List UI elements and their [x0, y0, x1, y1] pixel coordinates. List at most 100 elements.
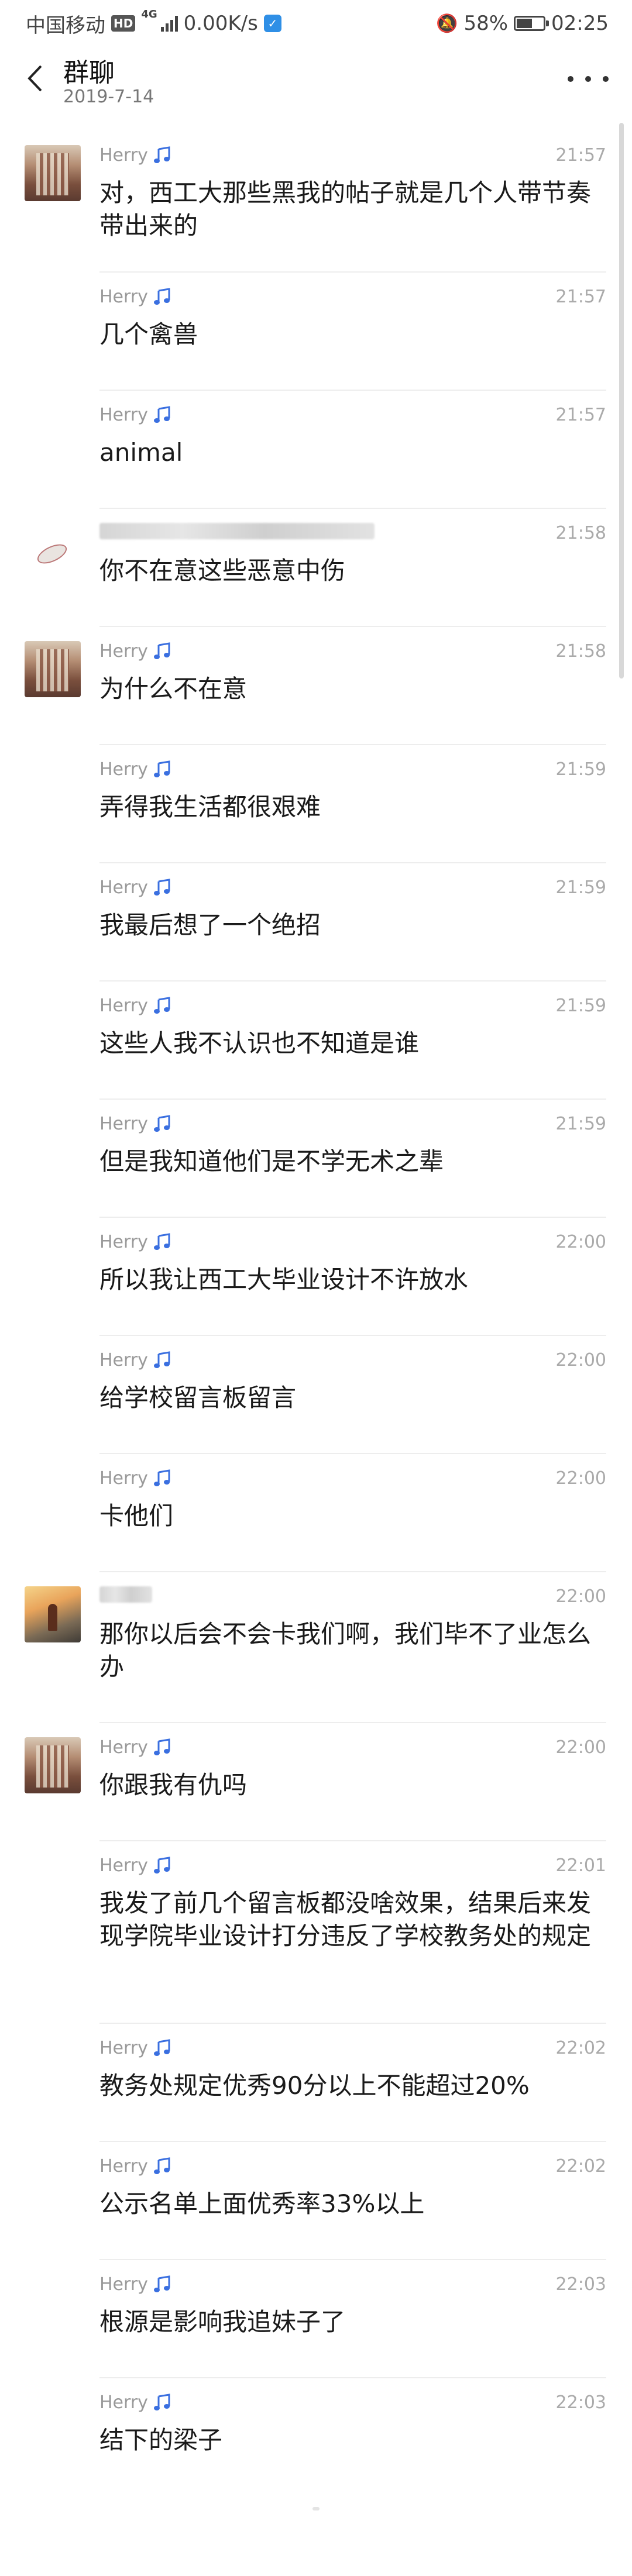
music-note-icon: [153, 1856, 170, 1874]
sender-name: Herry: [99, 1468, 173, 1489]
message-text[interactable]: 我最后想了一个绝招: [99, 909, 603, 942]
music-note-icon: [153, 1232, 170, 1250]
sender-name: Herry: [99, 405, 173, 425]
message-text[interactable]: 弄得我生活都很艰难: [99, 791, 603, 824]
music-note-icon: [153, 2275, 170, 2292]
message-text[interactable]: 几个禽兽: [99, 318, 603, 351]
sender-name: Herry: [99, 2392, 173, 2413]
dot-icon: [568, 76, 573, 82]
bell-off-icon: 🔕: [436, 13, 458, 34]
more-options-button[interactable]: [568, 64, 609, 94]
message-text[interactable]: 为什么不在意: [99, 673, 603, 705]
message-text[interactable]: 对，西工大那些黑我的帖子就是几个人带节奏带出来的: [99, 177, 603, 242]
divider: [99, 390, 606, 391]
blurred-name: [99, 523, 375, 539]
scroll-indicator: [312, 2507, 320, 2510]
message-time: 22:00: [555, 1586, 606, 1607]
avatar[interactable]: [25, 1737, 81, 1793]
network-type: 4G: [141, 8, 157, 20]
divider: [99, 2377, 606, 2378]
message-text[interactable]: 你不在意这些恶意中伤: [99, 555, 603, 587]
battery-icon: [514, 16, 549, 31]
music-note-icon: [153, 878, 170, 896]
divider: [99, 2023, 606, 2024]
blurred-name: [99, 1586, 152, 1603]
avatar[interactable]: [25, 145, 81, 201]
status-bar: 中国移动 HD 4G 0.00K/s ✓ 🔕 58% 02:25: [0, 0, 632, 47]
divider: [99, 1840, 606, 1841]
message-text[interactable]: 但是我知道他们是不学无术之辈: [99, 1145, 603, 1178]
message-time: 21:59: [555, 877, 606, 898]
message-text[interactable]: 所以我让西工大毕业设计不许放水: [99, 1263, 603, 1296]
divider: [99, 980, 606, 982]
divider: [99, 2141, 606, 2142]
avatar[interactable]: [25, 1586, 81, 1642]
music-note-icon: [153, 1469, 170, 1486]
avatar[interactable]: [25, 523, 81, 579]
sender-name: Herry: [99, 1737, 173, 1758]
chat-date: 2019-7-14: [63, 87, 154, 107]
divider: [99, 862, 606, 863]
music-note-icon: [153, 642, 170, 659]
chevron-left-icon: [28, 65, 42, 92]
message-text[interactable]: 教务处规定优秀90分以上不能超过20%: [99, 2069, 603, 2102]
message-text[interactable]: 那你以后会不会卡我们啊，我们毕不了业怎么办: [99, 1618, 603, 1683]
message-time: 22:02: [555, 2156, 606, 2176]
message-time: 21:59: [555, 759, 606, 780]
message-text[interactable]: 卡他们: [99, 1500, 603, 1532]
message-text[interactable]: 结下的梁子: [99, 2424, 603, 2457]
dot-icon: [585, 76, 591, 82]
sender-name: Herry: [99, 1350, 173, 1370]
sender-name: Herry: [99, 2038, 173, 2058]
status-right: 🔕 58% 02:25: [436, 12, 609, 35]
message-text[interactable]: 公示名单上面优秀率33%以上: [99, 2188, 603, 2220]
message-text[interactable]: 你跟我有仇吗: [99, 1769, 603, 1802]
sender-name: [99, 1586, 152, 1603]
music-note-icon: [153, 405, 170, 423]
status-left: 中国移动 HD 4G 0.00K/s ✓: [26, 9, 281, 38]
divider: [99, 1098, 606, 1100]
message-time: 22:03: [555, 2392, 606, 2413]
music-note-icon: [153, 760, 170, 777]
signal-icon: [160, 15, 178, 32]
sender-name: Herry: [99, 287, 173, 307]
sender-name: Herry: [99, 2156, 173, 2176]
dot-icon: [603, 76, 609, 82]
back-button[interactable]: [18, 61, 53, 96]
scrollbar[interactable]: [619, 123, 624, 679]
chat-title: 群聊: [63, 58, 115, 88]
message-time: 21:59: [555, 1114, 606, 1134]
avatar[interactable]: [25, 641, 81, 697]
sender-name: Herry: [99, 1232, 173, 1252]
shield-icon: ✓: [263, 15, 281, 32]
sender-name: Herry: [99, 641, 173, 662]
music-note-icon: [153, 1114, 170, 1132]
divider: [99, 271, 606, 273]
battery-percent: 58%: [463, 12, 509, 35]
message-time: 21:57: [555, 405, 606, 425]
hd-badge: HD: [111, 15, 136, 32]
music-note-icon: [153, 2393, 170, 2410]
message-text[interactable]: 给学校留言板留言: [99, 1382, 603, 1414]
message-text[interactable]: 我发了前几个留言板都没啥效果，结果后来发现学院毕业设计打分违反了学校教务处的规定: [99, 1887, 603, 1952]
message-time: 21:58: [555, 523, 606, 543]
message-text[interactable]: 根源是影响我追妹子了: [99, 2306, 603, 2339]
message-time: 21:57: [555, 145, 606, 166]
music-note-icon: [153, 996, 170, 1014]
music-note-icon: [153, 1738, 170, 1755]
message-time: 21:59: [555, 996, 606, 1016]
title-bar: 群聊 2019-7-14: [0, 47, 632, 119]
divider: [99, 1217, 606, 1218]
sender-name: Herry: [99, 877, 173, 898]
sender-name: [99, 523, 375, 539]
divider: [99, 744, 606, 745]
sender-name: Herry: [99, 759, 173, 780]
message-time: 22:01: [555, 1855, 606, 1876]
sender-name: Herry: [99, 2274, 173, 2295]
sender-name: Herry: [99, 1114, 173, 1134]
message-text[interactable]: 这些人我不认识也不知道是谁: [99, 1027, 603, 1060]
divider: [99, 1571, 606, 1572]
carrier-name: 中国移动: [26, 13, 105, 37]
message-text[interactable]: animal: [99, 436, 603, 469]
divider: [99, 1335, 606, 1336]
